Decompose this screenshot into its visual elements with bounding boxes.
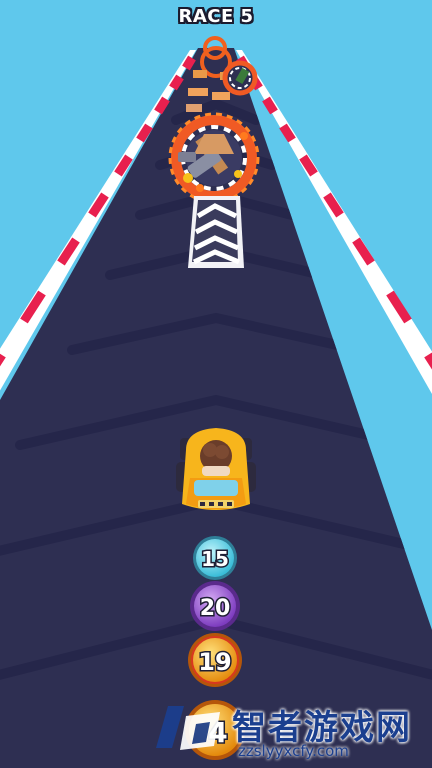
race-scene: 15 20 19 4 bbox=[0, 36, 432, 768]
orb-value: 20 bbox=[200, 596, 231, 621]
race-title: RACE 5 bbox=[178, 6, 254, 27]
watermark-url: zzslyyxcfy.com bbox=[238, 742, 349, 760]
orb-value: 19 bbox=[198, 648, 231, 676]
game-stage[interactable]: 15 20 19 4 RACE 5 智者游戏网 zzslyyxcfy.com bbox=[0, 0, 432, 768]
speed-boost-ramp bbox=[188, 196, 244, 268]
orb-value: 15 bbox=[201, 547, 229, 571]
yellow-kart bbox=[176, 428, 256, 510]
small-fire-ring bbox=[222, 60, 258, 96]
